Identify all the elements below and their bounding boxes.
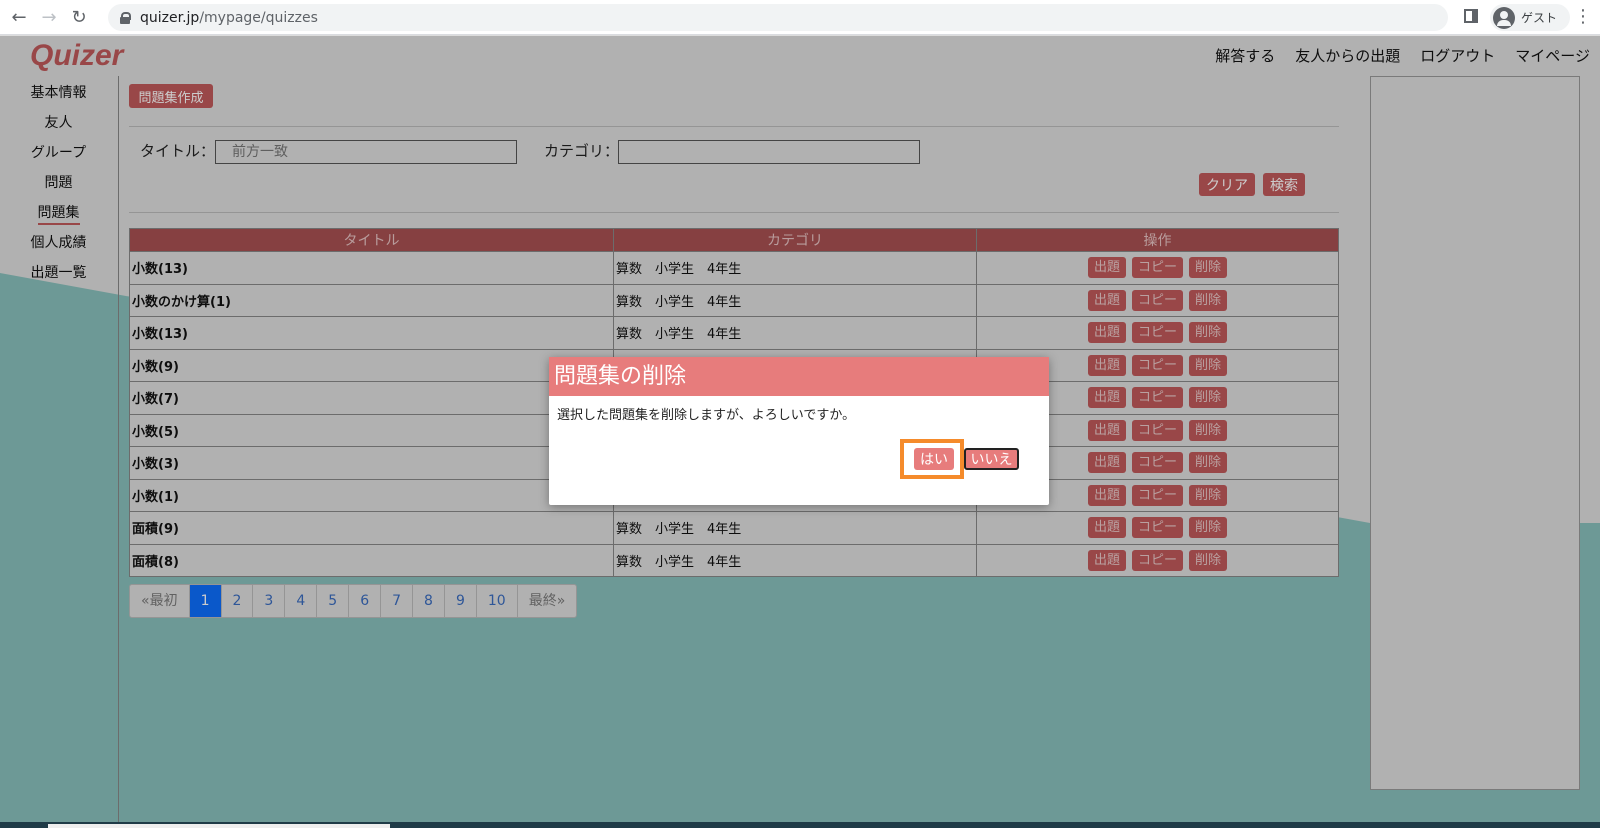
profile-label: ゲスト [1521,11,1558,25]
browser-toolbar: ← → ↻ quizer.jp/mypage/quizzes ゲスト ⋮ [0,0,1600,35]
url-host: quizer.jp [140,9,200,26]
no-button[interactable]: いいえ [964,448,1019,470]
profile-button[interactable]: ゲスト [1490,4,1570,31]
forward-arrow-icon[interactable]: → [34,2,64,32]
avatar-icon [1493,6,1515,29]
yes-button[interactable]: はい [914,448,954,470]
reload-icon[interactable]: ↻ [64,2,94,32]
dialog-message: 選択した問題集を削除しますが、よろしいですか。 [557,408,856,423]
address-bar[interactable]: quizer.jp/mypage/quizzes [108,4,1448,31]
lock-icon [120,12,131,24]
delete-dialog: 問題集の削除 選択した問題集を削除しますが、よろしいですか。 [549,357,1049,505]
back-arrow-icon[interactable]: ← [4,2,34,32]
dialog-title: 問題集の削除 [549,357,1049,396]
taskbar-segment [48,824,390,828]
url-path: /mypage/quizzes [199,9,318,26]
kebab-menu-icon[interactable]: ⋮ [1574,8,1592,26]
side-panel-icon[interactable] [1464,9,1478,23]
